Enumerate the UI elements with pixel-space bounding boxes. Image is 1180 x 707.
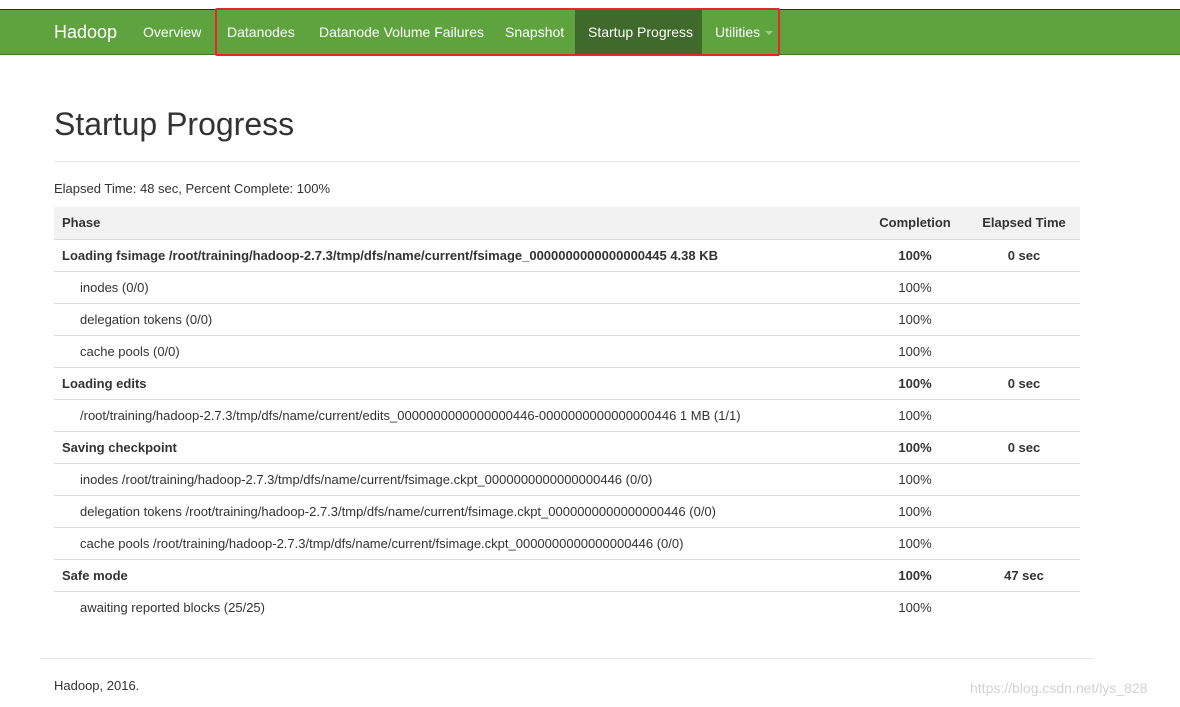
elapsed-summary: Elapsed Time: 48 sec, Percent Complete: …: [54, 181, 331, 196]
completion-cell: 100%: [862, 526, 968, 559]
step-cell: /root/training/hadoop-2.7.3/tmp/dfs/name…: [54, 398, 862, 431]
elapsed-cell: [968, 398, 1080, 431]
navbar: Hadoop Overview Datanodes Datanode Volum…: [0, 9, 1180, 55]
completion-cell: 100%: [862, 334, 968, 367]
elapsed-cell: 0 sec: [968, 238, 1080, 271]
table-row: inodes /root/training/hadoop-2.7.3/tmp/d…: [54, 462, 1080, 495]
watermark: https://blog.csdn.net/lys_828: [970, 680, 1148, 696]
phase-cell: Saving checkpoint: [54, 430, 862, 463]
completion-cell: 100%: [862, 430, 968, 463]
nav-datanode-volume-failures[interactable]: Datanode Volume Failures: [306, 10, 497, 54]
nav-snapshot[interactable]: Snapshot: [492, 10, 577, 54]
completion-cell: 100%: [862, 462, 968, 495]
elapsed-cell: 0 sec: [968, 430, 1080, 463]
elapsed-cell: [968, 302, 1080, 335]
elapsed-cell: [968, 334, 1080, 367]
startup-progress-table: Phase Completion Elapsed Time Loading fs…: [54, 207, 1080, 623]
step-cell: cache pools /root/training/hadoop-2.7.3/…: [54, 526, 862, 559]
nav-datanodes[interactable]: Datanodes: [214, 10, 308, 54]
elapsed-cell: [968, 462, 1080, 495]
elapsed-cell: [968, 270, 1080, 303]
step-cell: inodes (0/0): [54, 270, 862, 303]
table-row: cache pools /root/training/hadoop-2.7.3/…: [54, 526, 1080, 559]
top-border: [0, 0, 1180, 9]
footer-text: Hadoop, 2016.: [54, 678, 140, 693]
elapsed-cell: 0 sec: [968, 366, 1080, 399]
table-row: awaiting reported blocks (25/25) 100%: [54, 590, 1080, 623]
phase-cell: Safe mode: [54, 558, 862, 591]
table-row: inodes (0/0) 100%: [54, 270, 1080, 303]
header-elapsed-time: Elapsed Time: [968, 207, 1080, 240]
table-row: delegation tokens /root/training/hadoop-…: [54, 494, 1080, 527]
step-cell: delegation tokens (0/0): [54, 302, 862, 335]
nav-utilities[interactable]: Utilities: [702, 10, 786, 54]
completion-cell: 100%: [862, 590, 968, 623]
brand-link[interactable]: Hadoop: [54, 10, 117, 54]
completion-cell: 100%: [862, 494, 968, 527]
step-cell: inodes /root/training/hadoop-2.7.3/tmp/d…: [54, 462, 862, 495]
chevron-down-icon: [765, 31, 774, 36]
completion-cell: 100%: [862, 238, 968, 271]
step-cell: delegation tokens /root/training/hadoop-…: [54, 494, 862, 527]
nav-startup-progress[interactable]: Startup Progress: [575, 10, 702, 54]
table-row: delegation tokens (0/0) 100%: [54, 302, 1080, 335]
table-row: /root/training/hadoop-2.7.3/tmp/dfs/name…: [54, 398, 1080, 431]
footer-divider: [40, 658, 1094, 659]
table-row: Saving checkpoint 100% 0 sec: [54, 430, 1080, 463]
completion-cell: 100%: [862, 366, 968, 399]
page-title: Startup Progress: [54, 106, 295, 142]
elapsed-cell: [968, 526, 1080, 559]
elapsed-cell: [968, 590, 1080, 623]
nav-utilities-label: Utilities: [715, 24, 761, 40]
header-phase: Phase: [54, 207, 862, 240]
header-completion: Completion: [862, 207, 968, 240]
table-row: Loading fsimage /root/training/hadoop-2.…: [54, 238, 1080, 271]
nav-overview[interactable]: Overview: [130, 10, 214, 54]
elapsed-cell: [968, 494, 1080, 527]
completion-cell: 100%: [862, 398, 968, 431]
phase-cell: Loading edits: [54, 366, 862, 399]
elapsed-cell: 47 sec: [968, 558, 1080, 591]
title-divider: [54, 161, 1080, 162]
step-cell: awaiting reported blocks (25/25): [54, 590, 862, 623]
table-row: Safe mode 100% 47 sec: [54, 558, 1080, 591]
table-header-row: Phase Completion Elapsed Time: [54, 207, 1080, 240]
completion-cell: 100%: [862, 302, 968, 335]
step-cell: cache pools (0/0): [54, 334, 862, 367]
table-row: cache pools (0/0) 100%: [54, 334, 1080, 367]
completion-cell: 100%: [862, 558, 968, 591]
table-row: Loading edits 100% 0 sec: [54, 366, 1080, 399]
completion-cell: 100%: [862, 270, 968, 303]
phase-cell: Loading fsimage /root/training/hadoop-2.…: [54, 238, 862, 271]
